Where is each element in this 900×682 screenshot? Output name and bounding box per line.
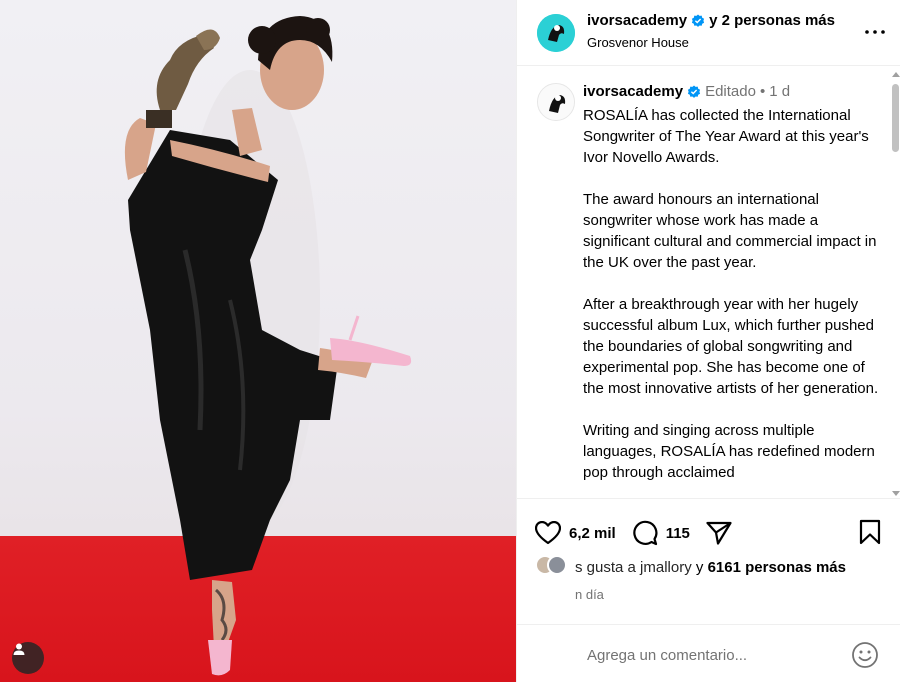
scrollbar-thumb[interactable] — [892, 84, 899, 152]
comments-scroll-area[interactable]: ivorsacademy Editado • 1 d ROSALÍA has c… — [517, 67, 900, 497]
header-author-name[interactable]: ivorsacademy — [587, 12, 687, 29]
save-button[interactable] — [859, 519, 885, 547]
like-button[interactable]: 6,2 mil — [535, 521, 632, 545]
comment-count[interactable]: 115 — [666, 525, 690, 542]
user-tag-button[interactable] — [12, 642, 44, 674]
post-actions-area: 6,2 mil 115 s gusta a jmallory y 6161 pe… — [517, 498, 900, 618]
share-button[interactable] — [706, 521, 732, 545]
comment-input[interactable] — [587, 643, 837, 667]
caption-paragraph: After a breakthrough year with her hugel… — [583, 296, 879, 397]
author-avatar[interactable] — [537, 14, 575, 52]
ivors-logo-icon — [537, 14, 575, 52]
likes-partial-text: s gusta a jmallory — [575, 559, 692, 576]
post-photo[interactable] — [0, 0, 516, 682]
post-caption: ROSALÍA has collected the International … — [583, 105, 883, 497]
comment-bar — [517, 624, 900, 682]
emoji-button[interactable] — [851, 641, 879, 669]
caption-time[interactable]: 1 d — [769, 83, 790, 100]
post-header: ivorsacademy y 2 personas más Grosvenor … — [517, 0, 900, 66]
caption-paragraph: ROSALÍA has collected the International … — [583, 107, 869, 166]
caption-author-name[interactable]: ivorsacademy — [583, 83, 683, 100]
likes-summary[interactable]: s gusta a jmallory y 6161 personas más — [575, 559, 895, 576]
ivors-logo-icon — [538, 84, 574, 120]
verified-badge-icon — [691, 14, 705, 27]
likes-others[interactable]: 6161 personas más — [708, 559, 846, 576]
liker-avatars[interactable] — [535, 555, 573, 577]
bookmark-icon — [859, 519, 881, 545]
more-options-button[interactable] — [863, 20, 887, 44]
emoji-icon — [852, 642, 878, 668]
action-bar: 6,2 mil 115 — [535, 519, 732, 547]
like-count[interactable]: 6,2 mil — [569, 525, 616, 542]
post-side-panel: ivorsacademy y 2 personas más Grosvenor … — [516, 0, 900, 682]
caption-paragraph: The award honours an international songw… — [583, 191, 877, 271]
header-coauthors[interactable]: y 2 personas más — [709, 12, 835, 29]
header-authors: ivorsacademy y 2 personas más — [587, 12, 835, 29]
comment-button[interactable]: 115 — [632, 520, 706, 546]
comments-scrollbar[interactable] — [891, 70, 900, 498]
paper-plane-icon — [706, 521, 732, 545]
user-icon — [13, 643, 25, 655]
caption-header: ivorsacademy Editado • 1 d — [583, 83, 790, 100]
likes-joiner: y — [691, 559, 708, 576]
scroll-up-arrow-icon[interactable] — [892, 72, 900, 77]
verified-badge-icon — [687, 85, 701, 98]
scroll-down-arrow-icon[interactable] — [892, 491, 900, 496]
heart-icon — [535, 521, 561, 545]
meta-separator: • — [759, 83, 766, 100]
photo-illustration — [124, 16, 412, 676]
post-timestamp[interactable]: n día — [575, 587, 604, 602]
liker-avatar — [547, 555, 567, 575]
more-dots-icon — [865, 30, 885, 34]
edited-label: Editado — [705, 83, 756, 100]
comment-icon — [632, 520, 658, 546]
caption-paragraph: Writing and singing across multiple lang… — [583, 422, 875, 481]
caption-author-avatar[interactable] — [537, 83, 575, 121]
post-location[interactable]: Grosvenor House — [587, 35, 689, 50]
